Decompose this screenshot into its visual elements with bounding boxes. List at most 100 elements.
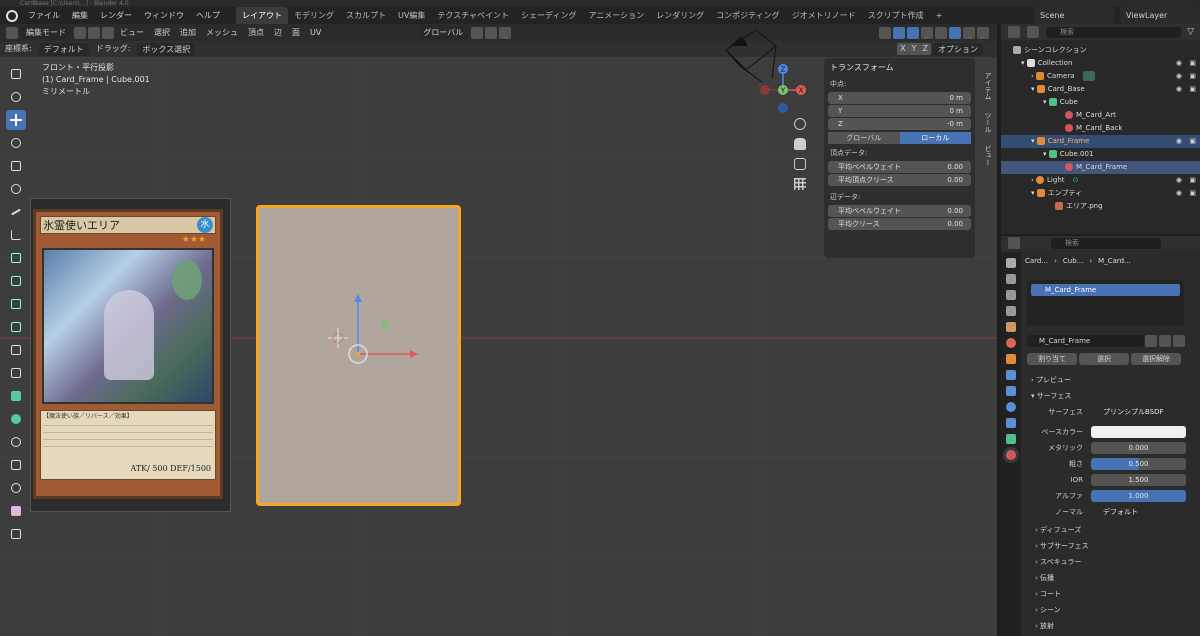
normal-field[interactable]: デフォルト (1091, 506, 1186, 518)
breadcrumb-object[interactable]: Card... (1025, 257, 1048, 265)
edge-slide-tool[interactable] (6, 455, 26, 475)
output-tab-icon[interactable] (1006, 290, 1016, 300)
menu-mesh[interactable]: メッシュ (201, 25, 243, 41)
camera-render-icon[interactable]: ▣ (1189, 83, 1196, 96)
menu-view[interactable]: ビュー (115, 25, 149, 41)
assign-button[interactable]: 割り当て (1027, 353, 1077, 365)
options-dropdown[interactable]: オプション (933, 42, 983, 56)
add-cube-tool[interactable] (6, 248, 26, 268)
data-tab-icon[interactable] (1006, 434, 1016, 444)
eye-icon[interactable]: ◉ (1176, 83, 1182, 96)
view-layer-selector[interactable]: ViewLayer (1120, 7, 1200, 24)
proportional-edit-icon[interactable] (499, 26, 512, 39)
roughness-slider[interactable]: 0.500 (1091, 458, 1186, 470)
median-x-field[interactable]: X 0 m (828, 92, 971, 104)
material-slot-item[interactable]: M_Card_Frame (1031, 284, 1180, 296)
visibility-icon[interactable] (879, 26, 891, 39)
tab-compositing[interactable]: コンポジティング (710, 7, 786, 24)
view-layer-tab-icon[interactable] (1006, 306, 1016, 316)
outliner-scene-collection[interactable]: シーンコレクション (1001, 44, 1200, 57)
outliner-m-card-frame[interactable]: M_Card_Frame (1001, 161, 1200, 174)
poly-build-tool[interactable] (6, 386, 26, 406)
mode-dropdown[interactable]: 編集モード (21, 26, 71, 39)
properties-editor-icon[interactable] (1008, 237, 1020, 249)
shading-render-icon[interactable] (977, 26, 989, 39)
extrude-tool[interactable] (6, 271, 26, 291)
coord-system-dropdown[interactable]: デフォルト (38, 42, 89, 56)
object-tab-icon[interactable] (1006, 354, 1016, 364)
3d-viewport[interactable]: 編集モード ビュー 選択 追加 メッシュ 頂点 辺 面 UV グローバル 座標系… (0, 24, 997, 636)
cursor-tool[interactable] (6, 87, 26, 107)
face-select-icon[interactable] (102, 26, 114, 39)
vertex-bevel-weight-field[interactable]: 平均ベベルウェイト 0.00 (828, 161, 971, 173)
scale-tool[interactable] (6, 156, 26, 176)
navigation-gizmo[interactable]: Z Y X (754, 62, 814, 122)
modifier-tab-icon[interactable] (1006, 370, 1016, 380)
surface-section[interactable]: ▾ サーフェス (1021, 388, 1200, 404)
world-tab-icon[interactable] (1006, 338, 1016, 348)
camera-render-icon[interactable]: ▣ (1189, 187, 1196, 200)
render-tab-icon[interactable] (1006, 274, 1016, 284)
camera-data-icon[interactable] (1082, 71, 1095, 81)
outliner-card-base[interactable]: ▾ Card_Base ◉ ▣ (1001, 83, 1200, 96)
median-y-field[interactable]: Y 0 m (828, 105, 971, 117)
menu-edge[interactable]: 辺 (269, 25, 287, 41)
menu-add[interactable]: 追加 (175, 25, 201, 41)
shear-tool[interactable] (6, 501, 26, 521)
particles-tab-icon[interactable] (1006, 386, 1016, 396)
rip-tool[interactable] (6, 524, 26, 544)
menu-file[interactable]: ファイル (22, 7, 66, 24)
metallic-slider[interactable]: 0.000 (1091, 442, 1186, 454)
menu-face[interactable]: 面 (287, 25, 305, 41)
ortho-grid-icon[interactable] (794, 178, 806, 190)
ior-field[interactable]: 1.500 (1091, 474, 1186, 486)
breadcrumb-material[interactable]: M_Card... (1098, 257, 1131, 265)
outliner-card-frame[interactable]: ▾ Card_Frame ◉ ▣ (1001, 135, 1200, 148)
outliner-search-input[interactable]: 検索 (1046, 26, 1182, 38)
annotate-tool[interactable] (6, 202, 26, 222)
tool-tab-icon[interactable] (1006, 258, 1016, 268)
snap-icon[interactable] (485, 26, 498, 39)
tab-animation[interactable]: アニメーション (582, 7, 650, 24)
diffuse-section[interactable]: › ディフューズ (1025, 522, 1200, 538)
transform-orientation-dropdown[interactable]: グローバル (418, 26, 469, 39)
mirror-y-toggle[interactable]: Y (908, 43, 920, 55)
tab-view[interactable]: ビュー (983, 145, 993, 166)
breadcrumb-mesh[interactable]: Cub... (1063, 257, 1083, 265)
outliner-m-card-art[interactable]: M_Card_Art (1001, 109, 1200, 122)
specular-section[interactable]: › スペキュラー (1025, 554, 1200, 570)
tab-texture-paint[interactable]: テクスチャペイント (431, 7, 515, 24)
shading-wire-icon[interactable] (935, 26, 947, 39)
mirror-z-toggle[interactable]: Z (919, 43, 931, 55)
blender-logo-icon[interactable] (6, 9, 18, 22)
menu-uv[interactable]: UV (305, 25, 326, 41)
tab-geometry-nodes[interactable]: ジオメトリノード (786, 7, 862, 24)
menu-window[interactable]: ウィンドウ (138, 7, 190, 24)
outliner-filter-icon[interactable]: ▽ (1187, 27, 1194, 37)
transform-panel-title[interactable]: トランスフォーム (824, 58, 975, 77)
menu-vertex[interactable]: 頂点 (243, 25, 269, 41)
tab-tool[interactable]: ツール (983, 112, 993, 133)
eye-icon[interactable]: ◉ (1176, 57, 1182, 70)
emission-section[interactable]: › 放射 (1025, 618, 1200, 634)
transmission-section[interactable]: › 伝播 (1025, 570, 1200, 586)
card-image-plane[interactable]: 氷霊使いエリア 水 ★★★ 【魔法使い族／リバース／効果】 ATK/ 500 D… (30, 198, 231, 512)
camera-render-icon[interactable]: ▣ (1189, 57, 1196, 70)
tab-scripting[interactable]: スクリプト作成 (862, 7, 930, 24)
drag-dropdown[interactable]: ボックス選択 (137, 42, 196, 56)
zoom-icon[interactable] (794, 118, 806, 130)
menu-select[interactable]: 選択 (149, 25, 175, 41)
preview-section[interactable]: › プレビュー (1021, 372, 1200, 388)
xray-toggle-icon[interactable] (921, 26, 933, 39)
pivot-icon[interactable] (471, 26, 484, 39)
coat-section[interactable]: › コート (1025, 586, 1200, 602)
eye-icon[interactable]: ◉ (1176, 70, 1182, 83)
select-box-tool[interactable] (6, 64, 26, 84)
gizmo-toggle-icon[interactable] (893, 26, 905, 39)
tab-uv-edit[interactable]: UV編集 (392, 7, 431, 24)
shrink-fatten-tool[interactable] (6, 478, 26, 498)
outliner-m-card-back[interactable]: M_Card_Back (1001, 122, 1200, 135)
outliner-editor-icon[interactable] (1008, 26, 1020, 38)
outliner-cube-001[interactable]: ▾ Cube.001 (1001, 148, 1200, 161)
overlay-toggle-icon[interactable] (907, 26, 919, 39)
